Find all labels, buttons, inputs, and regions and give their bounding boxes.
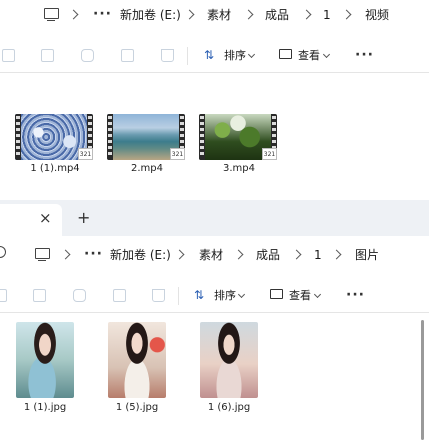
chevron-down-icon [247, 50, 256, 59]
close-tab-icon[interactable]: × [39, 209, 52, 227]
pc-icon[interactable] [44, 8, 59, 19]
copy-icon[interactable] [0, 289, 7, 302]
breadcrumb-drive[interactable]: 新加卷 (E:) [110, 247, 171, 263]
breadcrumb-sucai[interactable]: 素材 [199, 247, 223, 263]
file-item[interactable]: 321 2.mp4 [107, 114, 185, 176]
view-label: 查看 [298, 49, 320, 62]
pc-stand-icon [38, 260, 46, 262]
file-item[interactable]: 1 (1).jpg [16, 322, 74, 414]
delete-icon[interactable] [152, 289, 165, 302]
address-bar[interactable]: ··· 新加卷 (E:) 素材 成品 1 视频 [0, 0, 429, 30]
delete-icon[interactable] [161, 49, 174, 62]
chevron-right-icon [60, 249, 71, 260]
breadcrumb-1[interactable]: 1 [314, 247, 322, 263]
file-name: 1 (6).jpg [207, 402, 251, 413]
chevron-down-icon [322, 50, 331, 59]
file-name: 1 (1).jpg [23, 402, 67, 413]
breadcrumb-drive[interactable]: 新加卷 (E:) [120, 7, 181, 23]
paste-icon[interactable] [41, 49, 54, 62]
chevron-right-icon [331, 249, 342, 260]
toolbar-separator [187, 47, 188, 65]
breadcrumb-chengpin[interactable]: 成品 [256, 247, 280, 263]
breadcrumb-chengpin[interactable]: 成品 [265, 7, 289, 23]
file-name: 1 (1).mp4 [30, 163, 80, 174]
media-player-badge-icon: 321 [78, 148, 93, 160]
share-icon[interactable] [121, 49, 134, 62]
media-player-badge-icon: 321 [170, 148, 185, 160]
bottom-explorer-window: ··· 新加卷 (E:) 素材 成品 1 图片 ⇅ 排序 查看 ··· 1 (1… [0, 236, 429, 446]
active-tab[interactable] [0, 204, 62, 236]
rename-icon[interactable] [73, 289, 86, 302]
see-more-button[interactable]: ··· [355, 48, 374, 62]
chevron-right-icon [301, 9, 312, 20]
chevron-right-icon [291, 249, 302, 260]
more-locations-button[interactable]: ··· [93, 7, 112, 21]
toolbar-divider [0, 72, 429, 73]
image-thumbnail [200, 322, 258, 398]
file-item[interactable]: 1 (6).jpg [200, 322, 258, 414]
breadcrumb-current-folder[interactable]: 视频 [365, 7, 389, 23]
file-name: 1 (5).jpg [115, 402, 159, 413]
view-icon [270, 289, 283, 299]
sort-arrows-icon: ⇅ [194, 288, 205, 302]
sort-label: 排序 [224, 49, 246, 62]
breadcrumb-1[interactable]: 1 [323, 7, 331, 23]
command-toolbar: ⇅ 排序 查看 ··· [0, 280, 429, 312]
breadcrumb-current-folder[interactable]: 图片 [355, 247, 379, 263]
rename-icon[interactable] [81, 49, 94, 62]
chevron-right-icon [243, 9, 254, 20]
chevron-right-icon [174, 249, 185, 260]
chevron-right-icon [341, 9, 352, 20]
see-more-button[interactable]: ··· [346, 288, 365, 302]
more-locations-button[interactable]: ··· [84, 247, 103, 261]
image-thumbnail [16, 322, 74, 398]
file-item[interactable]: 321 1 (1).mp4 [15, 114, 93, 176]
chevron-down-icon [237, 290, 246, 299]
sort-arrows-icon: ⇅ [204, 48, 215, 62]
media-player-badge-icon: 321 [262, 148, 277, 160]
image-thumbnail [108, 322, 166, 398]
top-explorer-window: ··· 新加卷 (E:) 素材 成品 1 视频 ⇅ 排序 查看 ··· 321 … [0, 0, 429, 200]
sort-label: 排序 [214, 289, 236, 302]
toolbar-divider [0, 312, 429, 313]
vertical-scrollbar[interactable] [421, 320, 424, 440]
refresh-icon[interactable] [0, 246, 6, 258]
address-bar[interactable]: ··· 新加卷 (E:) 素材 成品 1 图片 [0, 236, 429, 272]
chevron-down-icon [313, 290, 322, 299]
copy-icon[interactable] [2, 49, 15, 62]
paste-icon[interactable] [33, 289, 46, 302]
share-icon[interactable] [113, 289, 126, 302]
view-button[interactable]: 查看 [275, 46, 335, 66]
new-tab-button[interactable]: + [77, 209, 90, 227]
view-icon [279, 49, 292, 59]
file-item[interactable]: 1 (5).jpg [108, 322, 166, 414]
view-button[interactable]: 查看 [266, 286, 326, 306]
sort-button[interactable]: ⇅ 排序 [190, 286, 248, 306]
chevron-right-icon [184, 9, 195, 20]
chevron-right-icon [233, 249, 244, 260]
file-item[interactable]: 321 3.mp4 [199, 114, 277, 176]
breadcrumb-sucai[interactable]: 素材 [207, 7, 231, 23]
chevron-right-icon [68, 9, 79, 20]
toolbar-separator [178, 287, 179, 305]
tab-strip: × + [0, 200, 429, 236]
view-label: 查看 [289, 289, 311, 302]
command-toolbar: ⇅ 排序 查看 ··· [0, 40, 429, 72]
pc-icon[interactable] [35, 248, 50, 259]
file-name: 3.mp4 [223, 163, 255, 174]
pc-stand-icon [47, 20, 55, 22]
sort-button[interactable]: ⇅ 排序 [200, 46, 258, 66]
file-name: 2.mp4 [131, 163, 163, 174]
